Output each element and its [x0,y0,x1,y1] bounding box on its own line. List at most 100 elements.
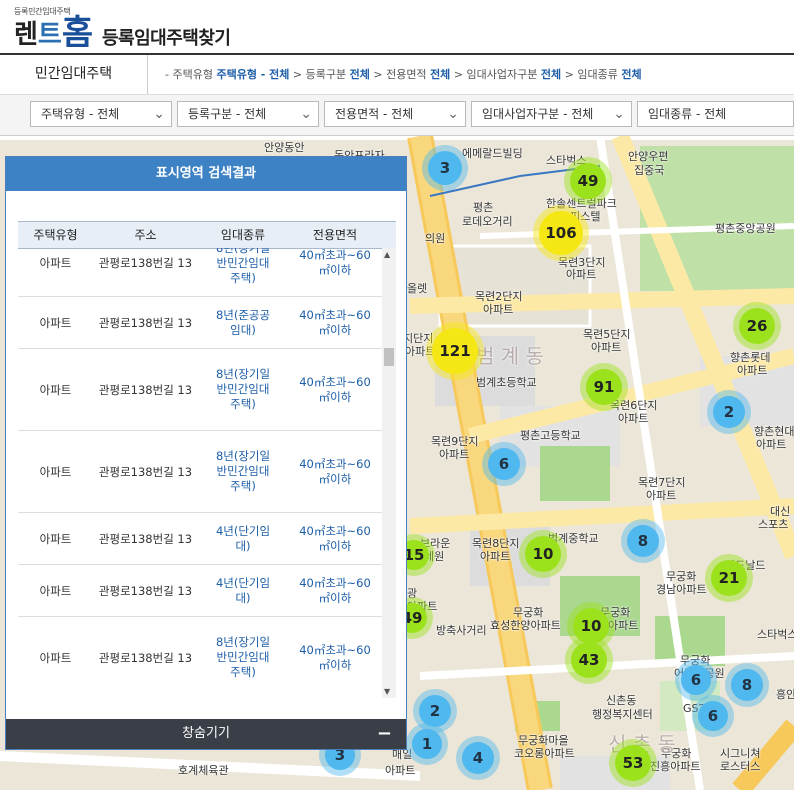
cell-area: 40㎡초과~60㎡이하 [299,307,371,337]
map-place-label: 아파트 [566,268,597,281]
map-cluster-marker[interactable]: 49 [570,163,606,199]
area-select[interactable]: 전용면적 - 전체 ⌄ [324,101,466,127]
site-header: 등록민간임대주택 렌 트 홈 등록임대주택찾기 [0,0,794,55]
map-place-label: 아파트 [646,489,677,502]
map-place-label: 에메랄드빌딩 [462,147,523,160]
cell-address: 관평로138번길 13 [98,531,193,546]
table-row[interactable]: 아파트 관평로138번길 13 8년(장기일반민간임대주택) 40㎡초과~60㎡이하 [18,617,382,698]
table-row[interactable]: 아파트 관평로138번길 13 8년(장기일반민간임대주택) 40㎡초과~60㎡이하 [18,349,382,431]
map-place-label: 아파트 [756,438,787,451]
map-cluster-marker[interactable]: 6 [681,665,711,695]
column-header-housing-type[interactable]: 주택유형 [18,222,93,248]
registration-select[interactable]: 등록구분 - 전체 ⌄ [177,101,319,127]
crumb-area-value: 전체 [430,68,451,81]
map-place-label: 호계체육관 [178,764,229,777]
table-row[interactable]: 아파트 관평로138번길 13 4년(단기임대) 40㎡초과~60㎡이하 [18,565,382,617]
map-place-label: 의원 [425,232,446,245]
scrollbar-thumb[interactable] [384,348,394,366]
cell-housing-type: 아파트 [39,464,72,479]
map-cluster-marker[interactable]: 3 [428,151,462,185]
hide-window-label: 창숨기기 [182,726,230,741]
map-place-label: 평촌중앙공원 [715,222,776,235]
rental-kind-select[interactable]: 임대종류 - 전체 [637,101,794,127]
crumb-housing-type-key: - 주택유형 [165,68,217,81]
map-cluster-marker[interactable]: 21 [711,560,747,596]
cell-address: 관평로138번길 13 [98,382,193,397]
map-place-label: 아파트 [439,448,470,461]
map-cluster-marker[interactable]: 8 [731,669,763,701]
table-row[interactable]: 아파트 관평로138번길 13 8년(장기일반민간임대주택) 40㎡초과~60㎡이하 [18,431,382,513]
scroll-down-icon[interactable]: ▼ [384,687,390,696]
map-place-label: 아파트 [385,764,416,777]
breadcrumb-items: - 주택유형 주택유형 - 전체 > 등록구분 전체 > 전용면적 전체 > 임… [165,55,642,94]
logo[interactable]: 렌 트 홈 [14,14,93,50]
map-cluster-marker[interactable]: 1 [412,729,442,759]
cell-housing-type: 아파트 [39,256,72,270]
map-cluster-marker[interactable]: 91 [586,369,622,405]
cell-area: 40㎡초과~60㎡이하 [299,575,371,605]
map-place-label: 아파트 [483,303,514,316]
scroll-up-icon[interactable]: ▲ [384,250,390,259]
map-cluster-marker[interactable]: 106 [539,211,583,255]
crumb-business-key: > 임대사업자구분 [453,68,538,81]
business-type-select[interactable]: 임대사업자구분 - 전체 ⌄ [471,101,632,127]
table-row[interactable]: 아파트 관평로138번길 13 8년(준공공임대) 40㎡초과~60㎡이하 [18,297,382,349]
map-place-label: 방축사거리 [436,624,487,637]
chevron-down-icon: ⌄ [447,106,459,122]
filter-bar: 주택유형 - 전체 ⌄ 등록구분 - 전체 ⌄ 전용면적 - 전체 ⌄ 임대사업… [0,95,794,136]
map-cluster-marker[interactable]: 6 [488,448,520,480]
page-title: 등록임대주택찾기 [102,28,231,49]
table-row[interactable]: 아파트 관평로138번길 13 8년(장기일반민간임대주택) 40㎡초과~60㎡이하 [18,248,382,297]
area-select-value: 전용면적 - 전체 [335,107,414,121]
map-cluster-marker[interactable]: 26 [739,308,775,344]
cell-area: 40㎡초과~60㎡이하 [299,374,371,404]
map-place-label: 아파트 [480,550,511,563]
map-cluster-marker[interactable]: 2 [419,695,451,727]
map-place-label: 효성한양아파트 [490,619,561,632]
cell-housing-type: 아파트 [39,382,72,397]
cell-rental-kind: 8년(장기일반민간임대주택) [215,449,271,493]
map-place-label: 아파트 [737,364,768,377]
map-place-label: 집중국 [634,164,665,177]
crumb-registration-value: 전체 [349,68,370,81]
result-scrollbar[interactable]: ▲ ▼ [382,248,396,698]
cell-rental-kind: 8년(장기일반민간임대주택) [216,248,270,285]
cell-rental-kind: 4년(단기임대) [215,523,271,553]
map-cluster-marker[interactable]: 43 [571,642,607,678]
map-cluster-marker[interactable]: 6 [698,701,728,731]
hide-window-button[interactable]: 창숨기기 − [6,719,406,749]
crumb-housing-type-value: 주택유형 - 전체 [216,68,290,81]
map-cluster-marker[interactable]: 53 [615,745,651,781]
housing-type-select[interactable]: 주택유형 - 전체 ⌄ [30,101,172,127]
map-place-label: 로스터스 [720,760,761,773]
column-header-rental-kind[interactable]: 임대종류 [198,222,288,248]
map-place-label: 로데오거리 [462,215,513,228]
cell-rental-kind: 8년(장기일반민간임대주택) [215,367,271,411]
registration-select-value: 등록구분 - 전체 [188,107,267,121]
crumb-business-value: 전체 [540,68,562,81]
result-table-body: 아파트관평로138번길 138년(장기일반민간임대주택)40㎡초과~60㎡이하아… [18,248,382,698]
map-place-label: 행정복지센터 [592,708,653,721]
map-cluster-marker[interactable]: 121 [432,328,478,374]
column-header-address[interactable]: 주소 [93,222,198,248]
map-cluster-marker[interactable]: 4 [462,742,494,774]
map-cluster-marker[interactable]: 8 [627,525,659,557]
crumb-registration-key: > 등록구분 [292,68,347,81]
table-row[interactable]: 아파트 관평로138번길 13 4년(단기임대) 40㎡초과~60㎡이하 [18,513,382,565]
map-place-label: 흥안 [776,688,794,701]
cell-area: 40㎡초과~60㎡이하 [299,523,371,553]
logo-ren: 렌 [14,20,38,50]
logo-teu: 트 [37,20,62,50]
map-cluster-marker[interactable]: 2 [713,396,745,428]
map-place-label: 아파트 [591,341,622,354]
cell-housing-type: 아파트 [39,583,72,598]
cell-rental-kind: 4년(단기임대) [215,575,271,605]
result-table-header: 주택유형 주소 임대종류 전용면적 [18,221,396,249]
map-cluster-marker[interactable]: 10 [573,608,609,644]
column-header-area[interactable]: 전용면적 [288,222,382,248]
map-place-label: 안양동안 [264,141,305,154]
search-result-panel: 표시영역 검색결과 주택유형 주소 임대종류 전용면적 아파트 관평로138번길 … [5,156,407,750]
chevron-down-icon: ⌄ [300,106,312,122]
cell-housing-type: 아파트 [39,531,72,546]
map-cluster-marker[interactable]: 10 [525,536,561,572]
